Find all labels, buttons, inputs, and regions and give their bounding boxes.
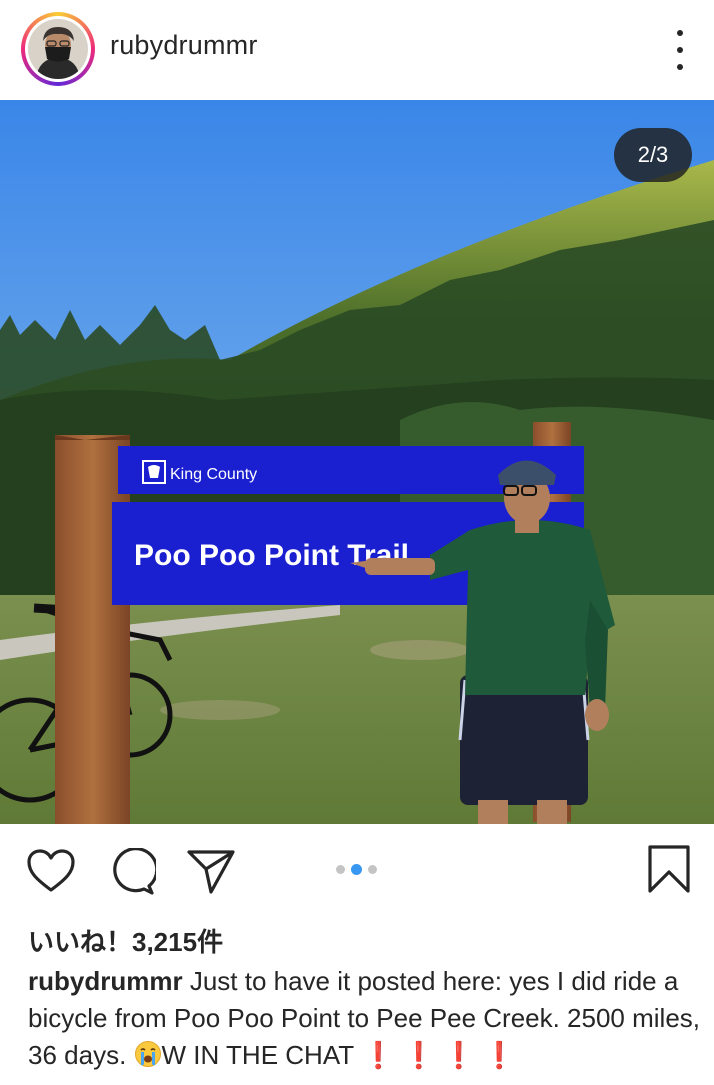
avatar[interactable] [28,19,88,79]
vertical-ellipsis-icon[interactable] [670,30,690,70]
trail-photo: King County Poo Poo Point Trail [0,100,714,824]
loudly-crying-face-icon [134,1040,162,1078]
post-caption: rubydrummr Just to have it posted here: … [28,963,700,1078]
sign-top-label: King County [170,466,257,483]
caption-username[interactable]: rubydrummr [28,966,183,996]
post-header: rubydrummr [0,0,714,100]
carousel-dot[interactable] [368,865,377,874]
action-bar [0,824,714,914]
caption-tail: W IN THE CHAT [161,1040,355,1070]
story-ring[interactable] [21,12,95,86]
carousel-indicator [336,864,377,875]
paper-plane-icon[interactable] [186,848,236,901]
exclamation-mark: ❗ [442,1040,476,1070]
bookmark-icon[interactable] [646,844,692,899]
exclamation-mark: ❗ [402,1040,435,1070]
exclamation-mark: ❗ [362,1040,395,1070]
post-image[interactable]: King County Poo Poo Point Trail 2/3 [0,100,714,824]
exclamation-mark: ❗ [483,1040,516,1070]
heart-icon[interactable] [26,848,76,899]
carousel-dot-active[interactable] [351,864,362,875]
carousel-dot[interactable] [336,865,345,874]
like-count[interactable]: いいね！3,215件 [28,922,223,959]
image-counter-badge: 2/3 [614,128,692,182]
comment-bubble-icon[interactable] [108,847,159,901]
username[interactable]: rubydrummr [110,30,258,61]
